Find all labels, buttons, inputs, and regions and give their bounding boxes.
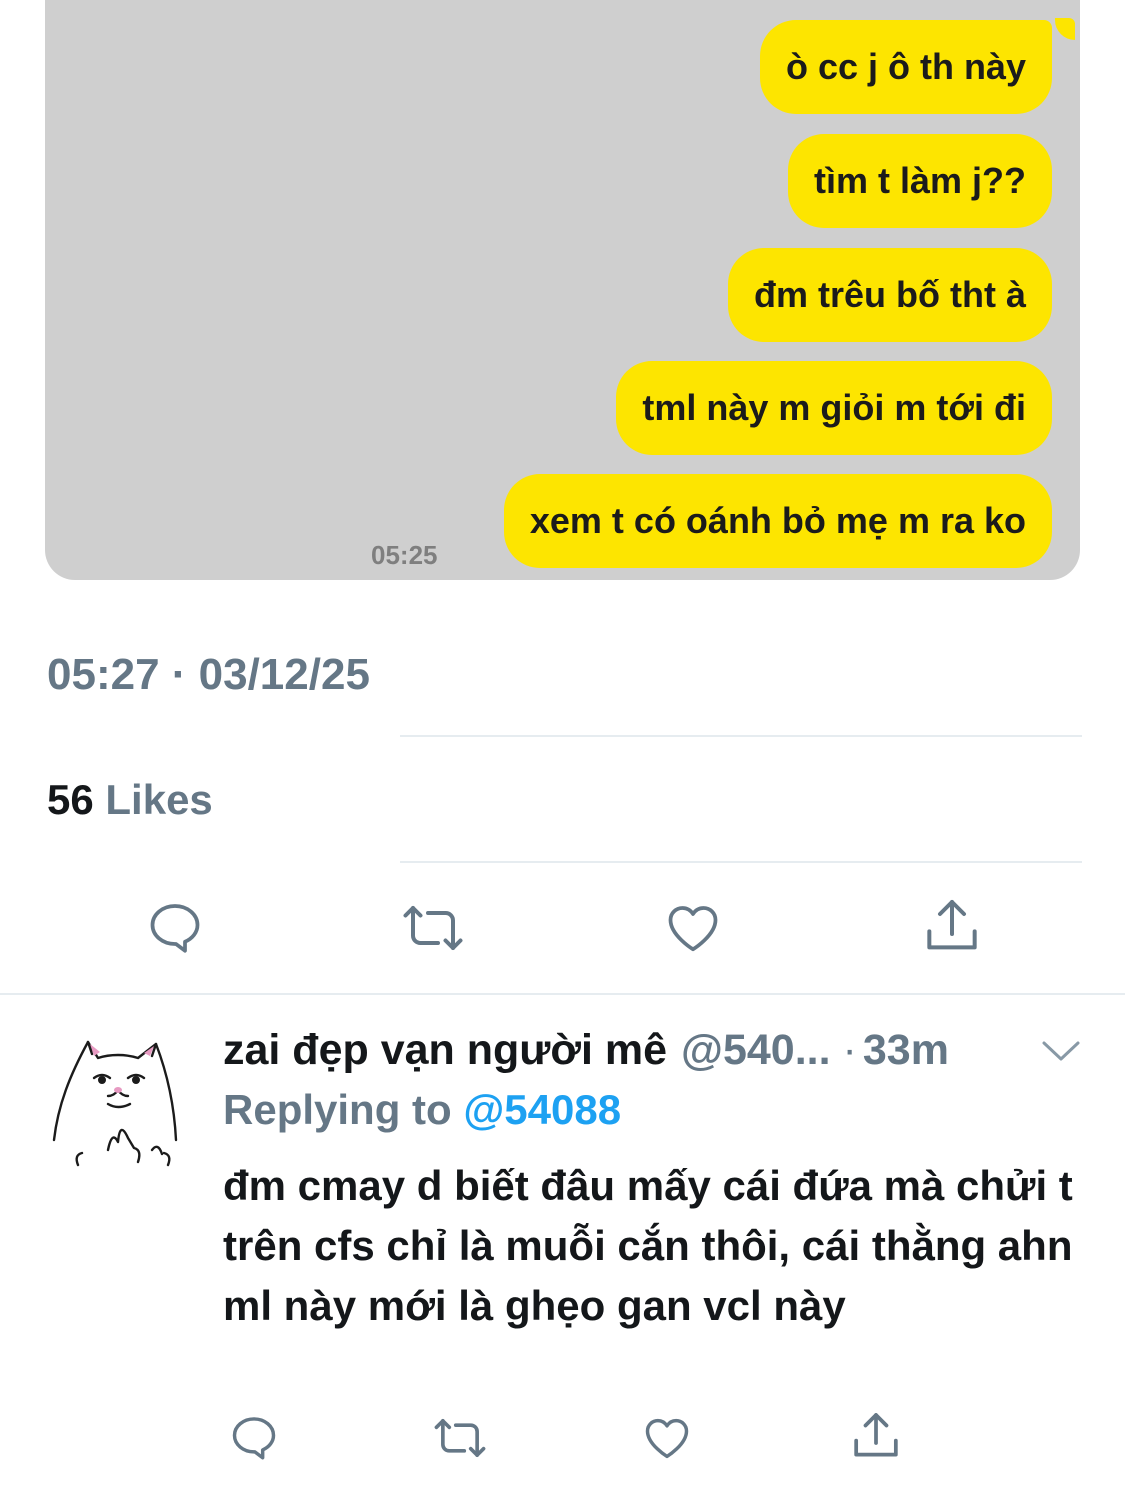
share-button[interactable] (848, 1408, 904, 1464)
divider (0, 993, 1125, 995)
divider (400, 735, 1082, 737)
reply-timestamp[interactable]: 33m (863, 1026, 949, 1075)
reply-button[interactable] (228, 1412, 280, 1464)
retweet-icon (434, 1419, 486, 1457)
like-button[interactable] (662, 898, 724, 958)
share-icon (927, 900, 977, 950)
tweet-timestamp: 05:27 · 03/12/25 (47, 650, 370, 699)
divider (400, 861, 1082, 863)
chat-bubble: ò cc j ô th này (759, 20, 1052, 114)
like-icon (645, 1418, 689, 1459)
separator-dot: · (842, 1026, 857, 1074)
like-icon (668, 906, 718, 952)
retweet-button[interactable] (398, 898, 468, 958)
share-button[interactable] (920, 894, 984, 958)
avatar[interactable] (48, 1030, 188, 1180)
chevron-down-icon (1042, 1041, 1080, 1061)
like-button[interactable] (640, 1412, 694, 1464)
chat-timestamp: 05:25 (371, 540, 438, 570)
mention-link[interactable]: @54088 (463, 1086, 621, 1133)
reply-text: đm cmay d biết đâu mấy cái đứa mà chửi t… (223, 1162, 1073, 1329)
likes-count[interactable]: 56 Likes (47, 776, 213, 824)
reply-icon (150, 904, 200, 953)
reply-button[interactable] (145, 898, 205, 958)
likes-number: 56 (47, 776, 94, 823)
bubble-tail (1055, 18, 1075, 40)
chat-bubble: tml này m giỏi m tới đi (616, 361, 1052, 455)
likes-label: Likes (105, 776, 213, 823)
share-icon (854, 1413, 898, 1457)
retweet-button[interactable] (430, 1412, 490, 1464)
chat-bubble: tìm t làm j?? (787, 134, 1052, 228)
more-options-button[interactable] (1040, 1038, 1082, 1064)
attached-chat-image[interactable]: ò cc j ô th này tìm t làm j?? đm trêu bố… (45, 0, 1080, 580)
replying-to: Replying to @54088 (223, 1086, 621, 1134)
chat-bubble: đm trêu bố tht à (728, 248, 1052, 342)
retweet-icon (403, 906, 463, 950)
reply-handle[interactable]: @540... (681, 1026, 831, 1075)
reply-icon (232, 1417, 276, 1460)
chat-bubble: xem t có oánh bỏ mẹ m ra ko (503, 474, 1052, 568)
reply-display-name[interactable]: zai đẹp vạn người mê (223, 1026, 667, 1075)
reply-header: zai đẹp vạn người mê @540... · 33m (223, 1026, 949, 1075)
replying-prefix: Replying to (223, 1086, 452, 1133)
cat-middle-finger-avatar (52, 1040, 178, 1167)
